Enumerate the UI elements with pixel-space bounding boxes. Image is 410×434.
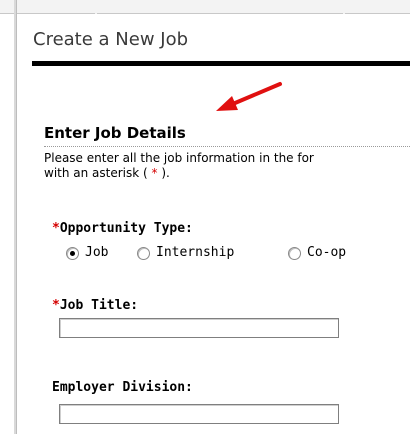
top-strip-segment <box>345 0 410 14</box>
radio-co-op-label: Co-op <box>307 245 347 260</box>
instructions-text: Please enter all the job information in … <box>44 151 410 181</box>
page-frame: Create a New Job Enter Job Details Pleas… <box>0 0 410 434</box>
radio-unchecked-icon[interactable] <box>288 247 301 260</box>
top-strip-segment <box>97 0 343 14</box>
section-heading: Enter Job Details <box>44 124 186 142</box>
job-title-input[interactable] <box>59 318 339 338</box>
window-top-strip <box>0 0 410 14</box>
opportunity-type-label: *Opportunity Type: <box>52 221 193 236</box>
section-divider <box>44 146 410 147</box>
employer-division-label: Employer Division: <box>52 380 193 395</box>
instructions-prefix: with an asterisk ( <box>44 166 152 180</box>
required-asterisk: * <box>52 221 60 236</box>
radio-job-label: Job <box>85 245 109 260</box>
instructions-line-2: with an asterisk ( * ). <box>44 166 410 181</box>
left-border-inner <box>16 0 17 434</box>
opportunity-type-label-text: Opportunity Type: <box>59 221 193 236</box>
radio-checked-icon[interactable] <box>66 247 79 260</box>
red-arrow-icon <box>216 82 282 111</box>
instructions-suffix: ). <box>157 166 170 180</box>
job-title-label: *Job Title: <box>52 298 138 313</box>
job-title-label-text: Job Title: <box>59 298 139 313</box>
employer-division-input[interactable] <box>59 404 339 424</box>
page-title: Create a New Job <box>33 29 189 50</box>
radio-internship-label: Internship <box>156 245 235 260</box>
title-rule <box>32 61 410 66</box>
required-asterisk: * <box>52 298 60 313</box>
instructions-line-1: Please enter all the job information in … <box>44 151 314 165</box>
radio-unchecked-icon[interactable] <box>137 247 150 260</box>
